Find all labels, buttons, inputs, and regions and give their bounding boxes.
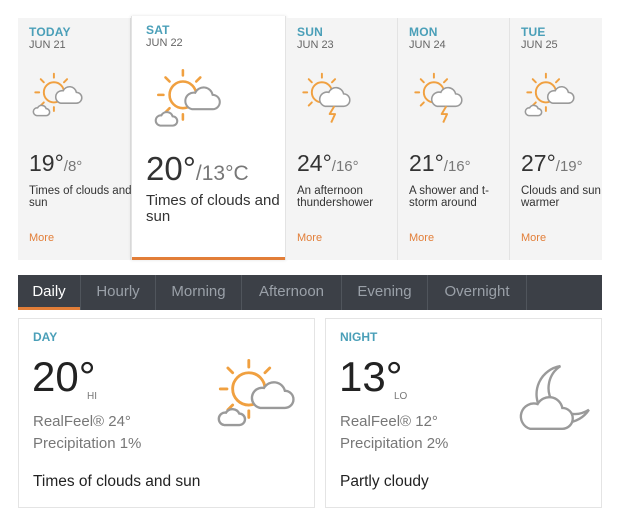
day-date: JUN 23 bbox=[297, 39, 334, 51]
high-temp: 27° bbox=[521, 150, 556, 176]
day-card-sun[interactable]: SUN JUN 23 24°/16° An afternoon thunders… bbox=[286, 18, 398, 260]
day-date: JUN 22 bbox=[146, 37, 183, 49]
realfeel: RealFeel® 12° bbox=[340, 413, 438, 430]
temperature: 19°/8° bbox=[29, 150, 82, 177]
day-card-today[interactable]: TODAY JUN 21 19°/8° Times of clouds and … bbox=[18, 18, 131, 260]
day-card-tue[interactable]: TUE JUN 25 27°/19° Clouds and sun warmer… bbox=[510, 18, 602, 260]
panel-temperature: 13° bbox=[339, 353, 403, 400]
more-link[interactable]: More bbox=[297, 232, 322, 244]
precipitation: Precipitation 2% bbox=[340, 435, 449, 452]
tab-afternoon[interactable]: Afternoon bbox=[242, 275, 342, 310]
panel-temperature: 20° bbox=[32, 353, 96, 400]
sun-cloud-icon bbox=[154, 68, 221, 127]
forecast-phrase: An afternoon thundershower bbox=[297, 185, 374, 209]
temp-sub-label: LO bbox=[394, 391, 408, 402]
panel-phrase: Times of clouds and sun bbox=[33, 473, 201, 490]
day-date: JUN 21 bbox=[29, 39, 66, 51]
day-of-week: TODAY bbox=[29, 25, 71, 39]
more-link[interactable]: More bbox=[409, 232, 434, 244]
high-temp: 19° bbox=[29, 150, 64, 176]
day-of-week: SAT bbox=[146, 23, 170, 37]
realfeel: RealFeel® 24° bbox=[33, 413, 131, 430]
forecast-phrase: Clouds and sun warmer bbox=[521, 185, 601, 209]
temperature: 21°/16° bbox=[409, 150, 471, 177]
period-tabs: Daily Hourly Morning Afternoon Evening O… bbox=[18, 275, 602, 310]
tab-morning[interactable]: Morning bbox=[156, 275, 242, 310]
panel-title: DAY bbox=[33, 330, 58, 344]
high-temp: 20° bbox=[146, 150, 196, 187]
forecast-phrase: Times of clouds and sun bbox=[146, 192, 280, 225]
active-indicator bbox=[132, 257, 285, 260]
sun-cloud-icon bbox=[524, 72, 575, 117]
more-link[interactable]: More bbox=[521, 232, 546, 244]
night-panel: NIGHT 13° LO RealFeel® 12° Precipitation… bbox=[325, 318, 602, 508]
sun-cloud-icon bbox=[217, 358, 295, 427]
day-panel: DAY 20° HI RealFeel® 24° Precipitation 1… bbox=[18, 318, 315, 508]
forecast-phrase: A shower and t-storm around bbox=[409, 185, 489, 209]
day-date: JUN 24 bbox=[409, 39, 446, 51]
day-card-sat[interactable]: SAT JUN 22 20°/13°C Times of clouds and … bbox=[131, 16, 286, 260]
low-temp: /13°C bbox=[195, 162, 249, 185]
moon-cloud-icon bbox=[519, 364, 590, 430]
tab-hourly[interactable]: Hourly bbox=[81, 275, 156, 310]
day-of-week: TUE bbox=[521, 25, 546, 39]
temperature: 27°/19° bbox=[521, 150, 583, 177]
high-temp: 21° bbox=[409, 150, 444, 176]
low-temp: /8° bbox=[63, 158, 83, 175]
panel-phrase: Partly cloudy bbox=[340, 473, 429, 490]
day-of-week: MON bbox=[409, 25, 438, 39]
temp-sub-label: HI bbox=[87, 391, 97, 402]
high-temp: 24° bbox=[297, 150, 332, 176]
tab-daily[interactable]: Daily bbox=[18, 275, 81, 310]
panel-title: NIGHT bbox=[340, 330, 378, 344]
forecast-strip: TODAY JUN 21 19°/8° Times of clouds and … bbox=[18, 16, 602, 260]
sun-cloud-lightning-icon bbox=[414, 72, 463, 123]
more-link[interactable]: More bbox=[29, 232, 54, 244]
temperature: 20°/13°C bbox=[146, 150, 249, 188]
sun-cloud-lightning-icon bbox=[302, 72, 351, 123]
sun-cloud-icon bbox=[32, 72, 83, 117]
day-card-mon[interactable]: MON JUN 24 21°/16° A shower and t-storm … bbox=[398, 18, 510, 260]
tab-overnight[interactable]: Overnight bbox=[428, 275, 527, 310]
day-date: JUN 25 bbox=[521, 39, 558, 51]
low-temp: /16° bbox=[331, 158, 359, 175]
day-of-week: SUN bbox=[297, 25, 323, 39]
low-temp: /19° bbox=[555, 158, 583, 175]
forecast-phrase: Times of clouds and sun bbox=[29, 185, 132, 209]
temperature: 24°/16° bbox=[297, 150, 359, 177]
low-temp: /16° bbox=[443, 158, 471, 175]
precipitation: Precipitation 1% bbox=[33, 435, 142, 452]
tab-evening[interactable]: Evening bbox=[342, 275, 428, 310]
